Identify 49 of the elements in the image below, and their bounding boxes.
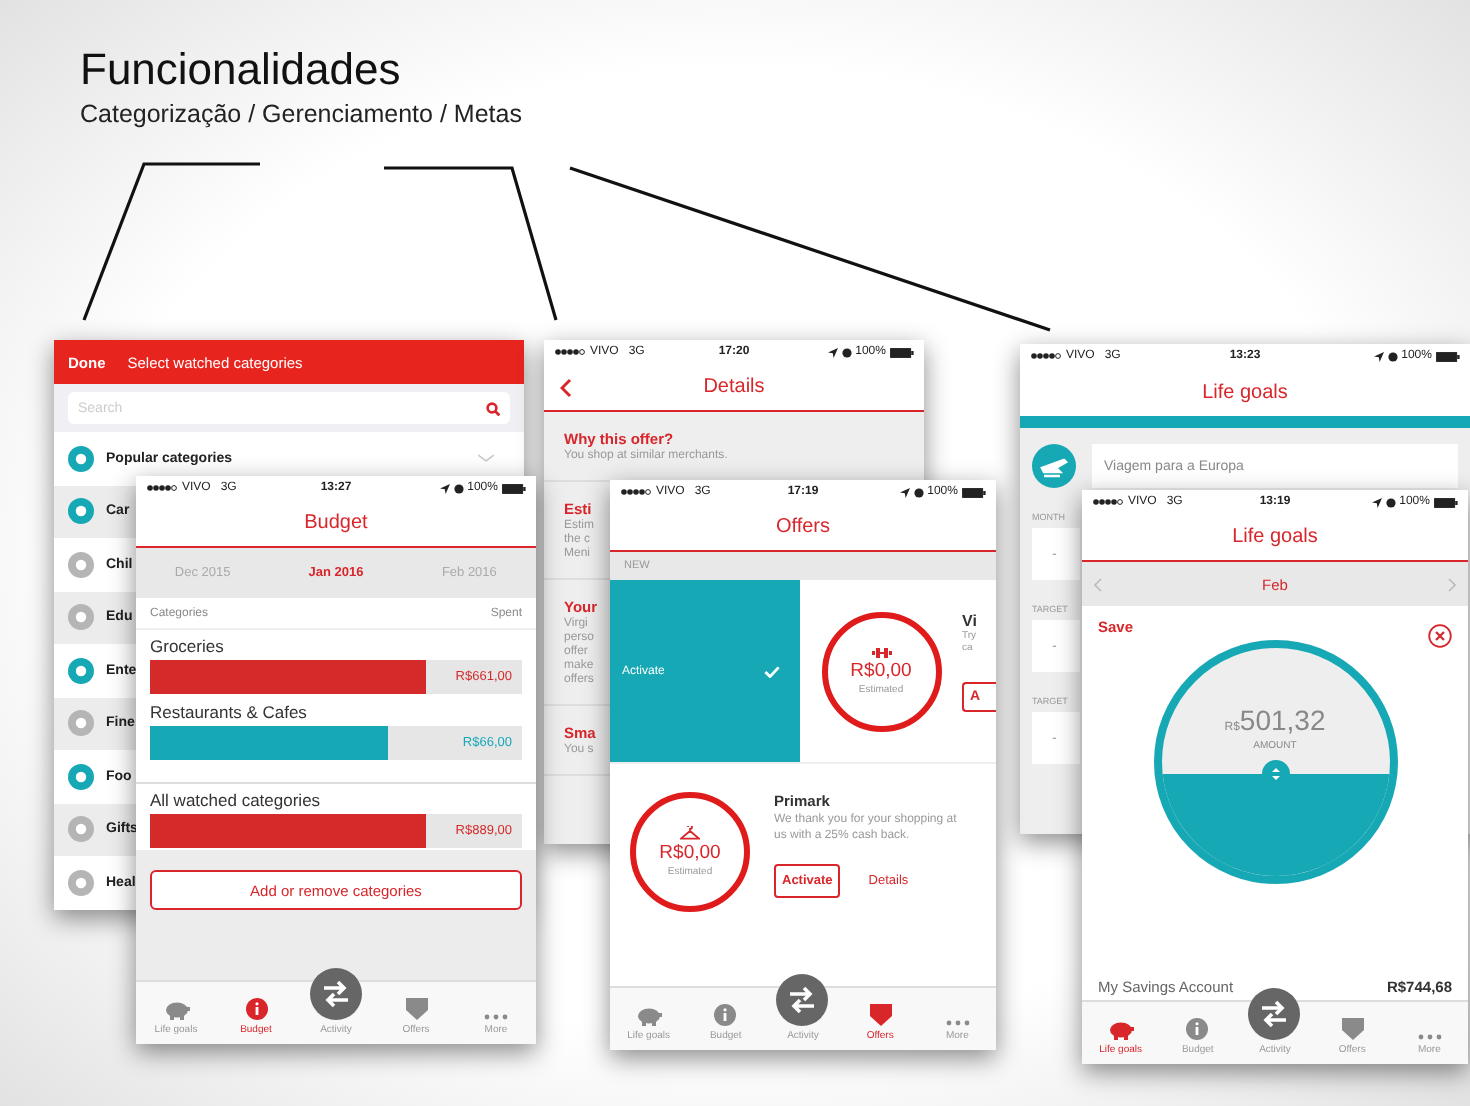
estimated-amount: R$0,00 (850, 659, 912, 681)
signal-icon (1092, 498, 1124, 506)
estimated-amount: R$0,00 (659, 842, 721, 864)
info-icon (245, 998, 267, 1020)
battery-icon (501, 483, 526, 493)
chevron-right-icon (1448, 577, 1456, 591)
location-icon (1371, 497, 1382, 507)
category-name: Groceries (150, 636, 226, 656)
chevron-icon (478, 454, 494, 463)
battery-icon (1435, 351, 1460, 361)
dumbbell-icon (871, 647, 891, 657)
category-name: Restaurants & Cafes (150, 702, 309, 722)
more-dots-icon (1417, 1034, 1442, 1040)
signal-icon (554, 348, 586, 356)
shield-icon (1341, 1018, 1364, 1040)
close-icon (1428, 624, 1452, 648)
battery-icon (889, 347, 914, 357)
info-icon (1186, 1018, 1209, 1040)
info-icon (714, 1004, 737, 1026)
airplane-icon (1032, 444, 1076, 488)
shield-icon (869, 1004, 892, 1026)
screen-title: Offers (775, 516, 831, 538)
screen-title: Details (703, 376, 765, 398)
offer-name: Vi (962, 612, 979, 630)
location-icon (899, 487, 910, 497)
piggy-bank-icon (1107, 1020, 1134, 1040)
category-name: All watched categories (150, 790, 323, 810)
more-dots-icon (484, 1014, 508, 1020)
location-icon (827, 347, 838, 357)
location-icon (1373, 351, 1384, 361)
shield-icon (405, 998, 427, 1020)
signal-icon (146, 484, 178, 492)
slide-subtitle: Categorização / Gerenciamento / Metas (80, 100, 522, 128)
piggy-bank-icon (163, 1000, 189, 1020)
chevron-left-icon (1094, 577, 1102, 591)
screen-title: Budget (304, 512, 368, 534)
slide-title: Funcionalidades (80, 44, 401, 96)
signal-icon (620, 488, 652, 496)
battery-icon (961, 487, 986, 497)
battery-icon (1433, 497, 1458, 507)
back-icon (560, 378, 572, 398)
search-icon (486, 401, 500, 415)
check-icon (764, 665, 780, 677)
signal-icon (1030, 352, 1062, 360)
screen-title: Life goals (1232, 526, 1318, 548)
more-dots-icon (945, 1020, 970, 1026)
hanger-icon (680, 826, 700, 840)
piggy-bank-icon (635, 1006, 662, 1026)
screen-title: Life goals (1202, 381, 1288, 403)
